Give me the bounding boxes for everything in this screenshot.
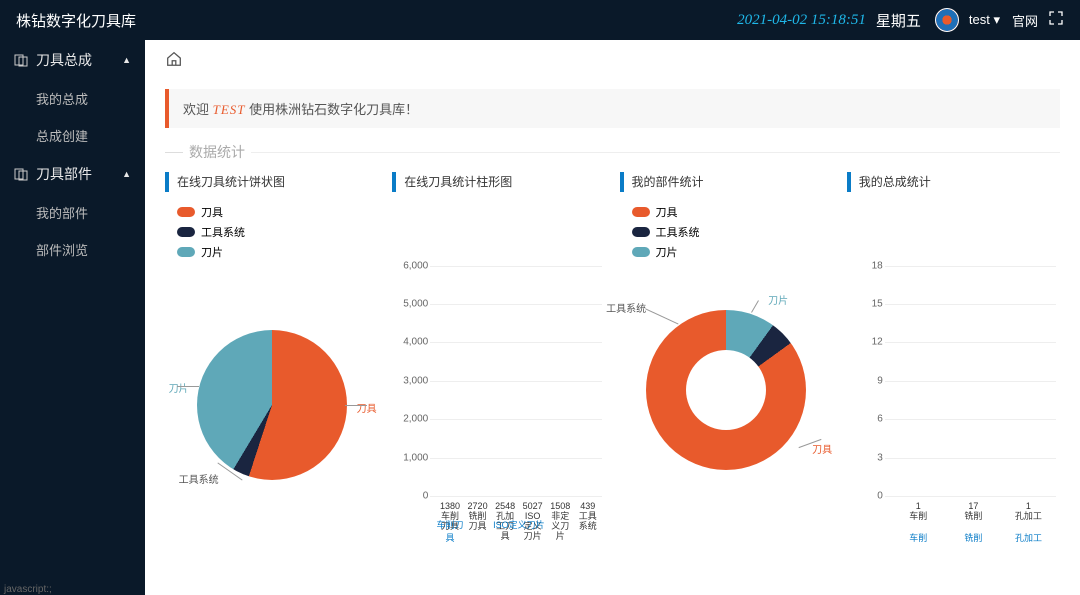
sidebar: 刀具总成 ▲ 我的总成 总成创建 刀具部件 ▲ 我的部件 部件浏览 <box>0 40 145 595</box>
legend-item-system[interactable]: 工具系统 <box>177 224 378 240</box>
main-content: 欢迎 TEST 使用株洲钻石数字化刀具库！ 数据统计 在线刀具统计饼状图 刀具 … <box>145 40 1080 595</box>
panel-pie-online: 在线刀具统计饼状图 刀具 工具系统 刀片 刀具 工具系统 刀片 <box>165 172 378 595</box>
panel-title: 我的总成统计 <box>847 172 1060 196</box>
bar-label: 1孔加工 <box>1012 502 1045 522</box>
nav-group-label: 刀具总成 <box>36 50 92 70</box>
nav-item-my-assembly[interactable]: 我的总成 <box>0 80 145 117</box>
breadcrumb <box>145 40 1080 81</box>
welcome-user: TEST <box>213 102 246 117</box>
legend-item-tool[interactable]: 刀具 <box>632 204 833 220</box>
welcome-suffix: 使用株洲钻石数字化刀具库！ <box>249 102 418 117</box>
legend-item-blade[interactable]: 刀片 <box>177 244 378 260</box>
section-title: 数据统计 <box>183 142 251 162</box>
donut-label-blade: 刀片 <box>768 292 788 307</box>
legend-item-blade[interactable]: 刀片 <box>632 244 833 260</box>
datetime-display: 2021-04-02 15:18:51 <box>737 12 866 29</box>
panel-title: 我的部件统计 <box>620 172 833 196</box>
pie-chart <box>197 330 347 480</box>
welcome-prefix: 欢迎 <box>183 102 209 117</box>
section-header: 数据统计 <box>145 128 1080 166</box>
nav-item-create-assembly[interactable]: 总成创建 <box>0 117 145 154</box>
weekday-display: 星期五 <box>876 10 921 31</box>
app-header: 株钻数字化刀具库 2021-04-02 15:18:51 星期五 test ▾ … <box>0 0 1080 40</box>
legend: 刀具 工具系统 刀片 <box>620 204 833 260</box>
bar-chart-small: 18 15 12 9 6 3 0 1车削 17铣削 1孔加工 车削 铣削 <box>847 246 1060 586</box>
x-label: ISO定义刀片 <box>491 518 546 544</box>
panel-donut-myparts: 我的部件统计 刀具 工具系统 刀片 刀片 工具系统 刀具 <box>620 172 833 595</box>
logo-icon <box>935 8 959 32</box>
pie-label-system: 工具系统 <box>179 471 219 486</box>
chevron-up-icon: ▲ <box>122 169 131 179</box>
x-label: 车削 <box>891 531 946 544</box>
nav-group-tool-assembly[interactable]: 刀具总成 ▲ <box>0 40 145 80</box>
bar-label: 17铣削 <box>957 502 990 522</box>
app-title: 株钻数字化刀具库 <box>16 10 737 31</box>
nav-group-tool-parts[interactable]: 刀具部件 ▲ <box>0 154 145 194</box>
pie-label-blade: 刀片 <box>169 380 189 395</box>
assembly-icon <box>14 53 28 67</box>
donut-label-system: 工具系统 <box>606 300 646 315</box>
nav-group-label: 刀具部件 <box>36 164 92 184</box>
official-site-link[interactable]: 官网 <box>1012 11 1038 30</box>
panel-bar-online: 在线刀具统计柱形图 6,000 5,000 4,000 3,000 2,000 … <box>392 172 605 595</box>
chevron-up-icon: ▲ <box>122 55 131 65</box>
donut-label-tool: 刀具 <box>812 441 832 456</box>
nav-item-my-parts[interactable]: 我的部件 <box>0 194 145 231</box>
x-label: 车削刀具 <box>436 518 464 544</box>
panel-title: 在线刀具统计柱形图 <box>392 172 605 196</box>
panel-title: 在线刀具统计饼状图 <box>165 172 378 196</box>
panel-bar-myassembly: 我的总成统计 18 15 12 9 6 3 0 1车削 17铣削 1孔加工 车削 <box>847 172 1060 595</box>
home-icon[interactable] <box>165 50 183 73</box>
welcome-banner: 欢迎 TEST 使用株洲钻石数字化刀具库！ <box>165 89 1060 128</box>
legend-item-tool[interactable]: 刀具 <box>177 204 378 220</box>
caret-down-icon: ▾ <box>993 12 1000 27</box>
fullscreen-icon[interactable] <box>1048 10 1064 31</box>
bar-chart: 6,000 5,000 4,000 3,000 2,000 1,000 0 13… <box>392 246 605 586</box>
x-label: 铣削 <box>946 531 1001 544</box>
bar-label: 1车削 <box>902 502 935 522</box>
x-label: 孔加工 <box>1001 531 1056 544</box>
user-dropdown[interactable]: test ▾ <box>969 12 1000 28</box>
legend-item-system[interactable]: 工具系统 <box>632 224 833 240</box>
nav-item-browse-parts[interactable]: 部件浏览 <box>0 231 145 268</box>
parts-icon <box>14 167 28 181</box>
pie-label-tool: 刀具 <box>357 400 377 415</box>
legend: 刀具 工具系统 刀片 <box>165 204 378 260</box>
